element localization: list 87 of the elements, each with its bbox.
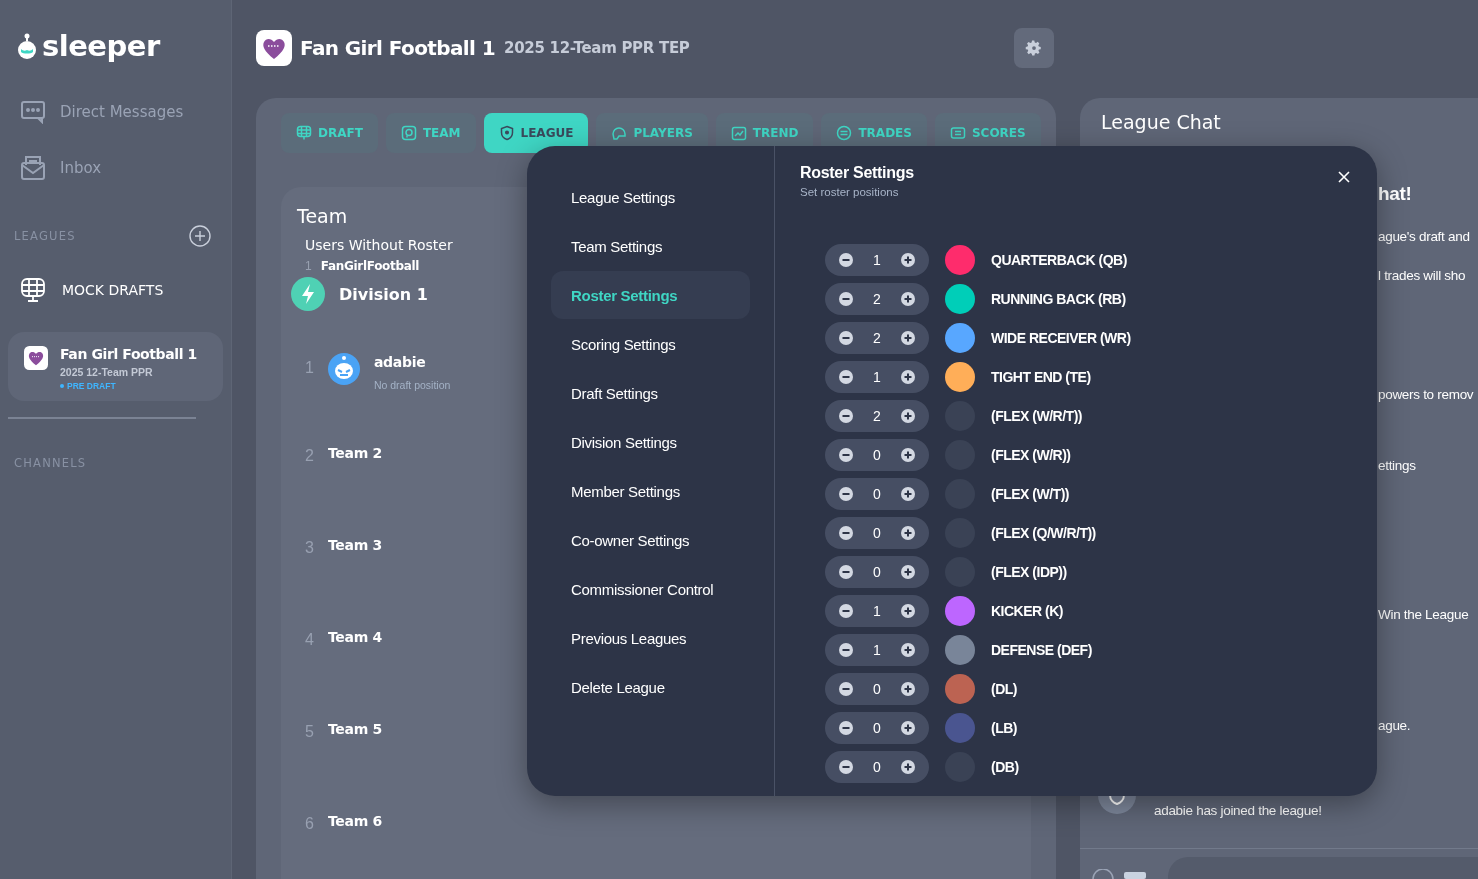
count-value: 1 [873, 369, 881, 385]
count-stepper[interactable]: 0 [825, 439, 929, 471]
dialog-subtitle: Set roster positions [800, 186, 899, 198]
count-value: 1 [873, 603, 881, 619]
chat-title: League Chat [1100, 110, 1222, 135]
chat-text: ettings [1378, 458, 1417, 473]
chat-text: hat! [1378, 183, 1413, 205]
count-stepper[interactable]: 2 [825, 400, 929, 432]
position-label: WIDE RECEIVER (WR) [991, 330, 1131, 346]
user-name: FanGirlFootball [320, 259, 420, 273]
count-stepper[interactable]: 0 [825, 517, 929, 549]
nav-label: Inbox [60, 159, 102, 177]
team-name: Team 3 [327, 537, 382, 553]
position-label: DEFENSE (DEF) [991, 642, 1092, 658]
mock-drafts-label: MOCK DRAFTS [62, 282, 164, 298]
league-subtitle: 2025 12-Team PPR TEP [504, 39, 690, 57]
tab[interactable]: LEAGUE [483, 113, 589, 153]
count-value: 0 [873, 525, 881, 541]
team-name: Team 5 [327, 721, 382, 737]
count-value: 1 [873, 642, 881, 658]
count-value: 0 [873, 486, 881, 502]
settings-menu-item[interactable]: Team Settings [551, 222, 750, 270]
count-stepper[interactable]: 2 [825, 322, 929, 354]
settings-menu-item[interactable]: Scoring Settings [551, 320, 750, 368]
count-stepper[interactable]: 1 [825, 244, 929, 276]
count-stepper[interactable]: 0 [825, 556, 929, 588]
chat-text: ague. [1378, 718, 1412, 733]
position-label: (DB) [991, 759, 1019, 775]
subsection-title: Users Without Roster [305, 237, 453, 253]
count-stepper[interactable]: 0 [825, 751, 929, 783]
settings-menu-item[interactable]: Commissioner Control [551, 565, 750, 613]
settings-menu-item[interactable]: Previous Leagues [551, 614, 750, 662]
count-value: 2 [873, 330, 881, 346]
league-title: Fan Girl Football 1 [300, 36, 496, 60]
count-stepper[interactable]: 2 [825, 283, 929, 315]
count-value: 0 [873, 447, 881, 463]
settings-menu-item[interactable]: Delete League [551, 663, 750, 711]
team-detail: No draft position [373, 379, 451, 391]
count-stepper[interactable]: 0 [825, 478, 929, 510]
count-stepper[interactable]: 1 [825, 595, 929, 627]
team-name: Team 6 [327, 813, 382, 829]
settings-menu-item[interactable]: Draft Settings [551, 369, 750, 417]
settings-menu-item[interactable]: League Settings [551, 173, 750, 221]
settings-menu-item[interactable]: Co-owner Settings [551, 516, 750, 564]
position-label: (FLEX (Q/W/R/T)) [991, 525, 1096, 541]
position-label: KICKER (K) [991, 603, 1063, 619]
count-value: 2 [873, 291, 881, 307]
settings-menu-item[interactable]: Roster Settings [551, 271, 750, 319]
count-stepper[interactable]: 0 [825, 712, 929, 744]
chat-text: l trades will sho [1378, 268, 1467, 283]
position-label: QUARTERBACK (QB) [991, 252, 1127, 268]
count-value: 1 [873, 252, 881, 268]
position-label: (FLEX (IDP)) [991, 564, 1067, 580]
league-detail: 2025 12-Team PPR [60, 366, 154, 378]
team-name: Team 2 [327, 445, 382, 461]
position-label: (LB) [991, 720, 1017, 736]
league-status: PRE DRAFT [67, 381, 116, 391]
division-name: Division 1 [339, 284, 428, 304]
league-name: Fan Girl Football 1 [60, 346, 197, 362]
position-label: (FLEX (W/R/T)) [991, 408, 1082, 424]
count-stepper[interactable]: 1 [825, 361, 929, 393]
team-name: Team 4 [327, 629, 382, 645]
team-name: adabie [373, 354, 426, 370]
position-label: (DL) [991, 681, 1017, 697]
count-stepper[interactable]: 1 [825, 634, 929, 666]
chat-text: ague's draft and [1378, 229, 1471, 244]
logo-text: sleeper [42, 29, 160, 63]
chat-message: adabie has joined the league! [1154, 803, 1322, 818]
position-label: RUNNING BACK (RB) [991, 291, 1126, 307]
chat-text: powers to remov [1378, 387, 1475, 402]
count-value: 0 [873, 720, 881, 736]
count-value: 0 [873, 681, 881, 697]
section-title: Team [297, 205, 349, 227]
position-label: (FLEX (W/R)) [991, 447, 1071, 463]
settings-menu-item[interactable]: Member Settings [551, 467, 750, 515]
count-stepper[interactable]: 0 [825, 673, 929, 705]
chat-text: Win the League [1378, 607, 1470, 622]
nav-label: Direct Messages [60, 103, 184, 121]
position-label: TIGHT END (TE) [991, 369, 1091, 385]
count-value: 0 [873, 564, 881, 580]
settings-menu-item[interactable]: Division Settings [551, 418, 750, 466]
count-value: 0 [873, 759, 881, 775]
count-value: 2 [873, 408, 881, 424]
league-card[interactable]: Fan Girl Football 1 2025 12-Team PPR PRE DRAFT [8, 332, 223, 401]
mock-drafts-link[interactable]: MOCK DRAFTS [0, 268, 231, 312]
dialog-title: Roster Settings [800, 164, 914, 182]
position-label: (FLEX (W/T)) [991, 486, 1069, 502]
